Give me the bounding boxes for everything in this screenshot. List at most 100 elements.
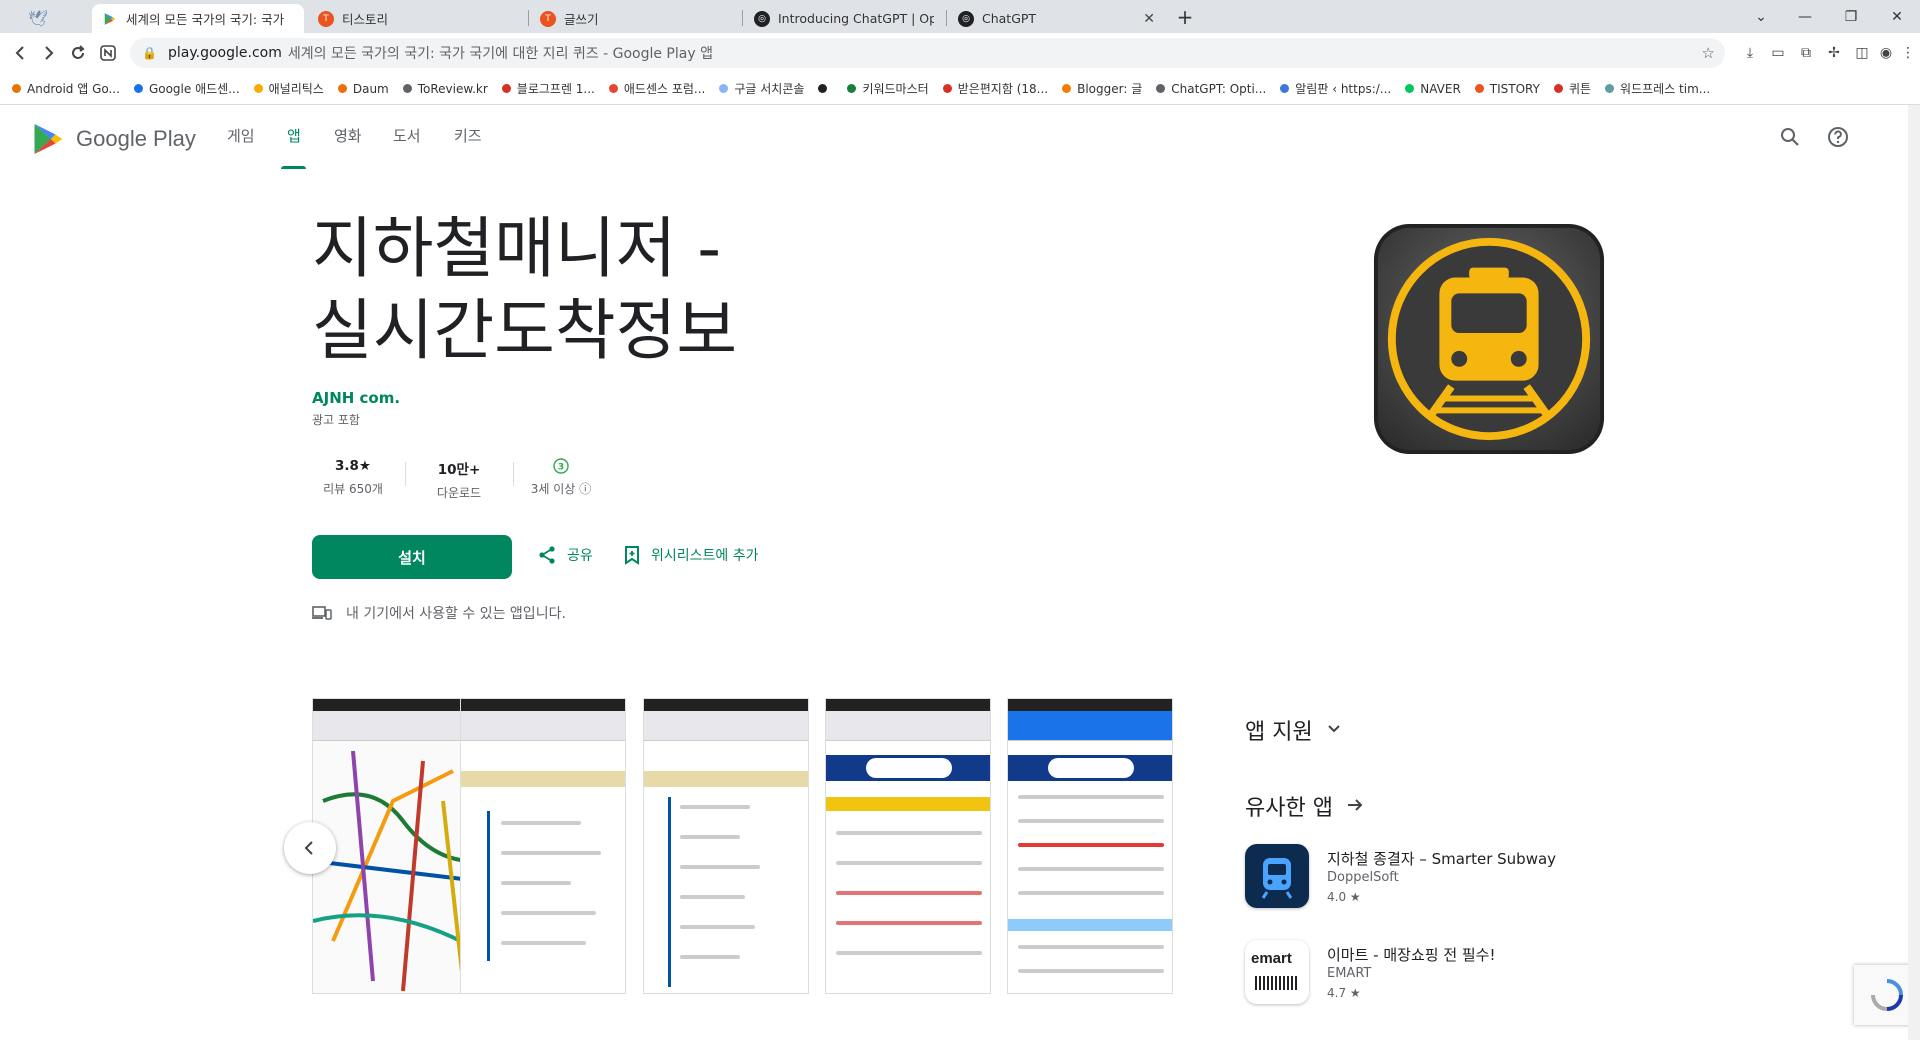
forward-icon bbox=[45, 46, 54, 60]
page-scrollbar[interactable] bbox=[1908, 105, 1920, 1040]
app-title-line: 실시간도착정보 bbox=[312, 292, 738, 369]
bookmark-item[interactable]: Android 앱 Go... bbox=[12, 80, 120, 97]
share-label: 공유 bbox=[567, 548, 593, 564]
menu-icon[interactable]: ⋮ bbox=[1898, 43, 1918, 63]
age-label: 3세 이상 ⓘ bbox=[524, 480, 598, 497]
bookmark-item[interactable]: Google 애드센... bbox=[133, 80, 240, 97]
screenshots-prev-button[interactable] bbox=[284, 822, 336, 874]
bookmark-label: 블로그프렌 1... bbox=[516, 82, 595, 96]
similar-app-item[interactable]: 지하철 종결자 – Smarter Subway DoppelSoft 4.0 … bbox=[1245, 844, 1745, 914]
bookmark-item[interactable]: Blogger: 글 bbox=[1062, 80, 1142, 97]
wishlist-button[interactable]: 위시리스트에 추가 bbox=[623, 545, 759, 565]
bookmark-item[interactable]: NAVER bbox=[1405, 82, 1461, 96]
bookmark-item[interactable] bbox=[818, 84, 833, 93]
nav-kids[interactable]: 키즈 bbox=[454, 125, 482, 146]
tab-google-play[interactable]: 세계의 모든 국가의 국기: 국가 bbox=[92, 4, 304, 33]
screenshot-5-timetable[interactable] bbox=[1007, 698, 1173, 994]
bookmark-item[interactable]: 워드프레스 tim... bbox=[1605, 80, 1710, 97]
age-rating-stat[interactable]: 3 3세 이상 ⓘ bbox=[524, 458, 598, 497]
close-window-button[interactable]: ✕ bbox=[1874, 0, 1920, 33]
install-button[interactable]: 설치 bbox=[312, 535, 512, 579]
bookmark-item[interactable]: 애널리틱스 bbox=[253, 80, 324, 97]
bookmark-label: 애드센스 포럼... bbox=[623, 82, 706, 96]
app-icon-subway-train bbox=[1373, 223, 1605, 455]
google-play-icon bbox=[102, 11, 118, 27]
tab-write[interactable]: T 글쓰기 bbox=[530, 4, 740, 33]
bookmark-item[interactable]: 퀴튼 bbox=[1553, 80, 1591, 97]
site-info-icon[interactable]: 🔒 bbox=[142, 46, 158, 60]
help-icon[interactable] bbox=[1826, 125, 1850, 149]
tab-divider bbox=[946, 10, 947, 26]
reload-button[interactable] bbox=[66, 41, 90, 65]
bookmark-item[interactable]: ToReview.kr bbox=[402, 82, 488, 96]
nav-movies[interactable]: 영화 bbox=[334, 125, 362, 146]
tab-chatgpt[interactable]: ◎ ChatGPT ✕ bbox=[948, 4, 1163, 33]
bookmark-label: Blogger: 글 bbox=[1077, 82, 1143, 96]
bookmark-favicon-icon bbox=[402, 84, 412, 93]
similar-apps-section[interactable]: 유사한 앱 bbox=[1245, 790, 1363, 822]
bookmark-favicon-icon bbox=[608, 84, 618, 93]
bookmark-label: 키워드마스터 bbox=[862, 82, 929, 96]
minimize-button[interactable]: — bbox=[1782, 0, 1828, 33]
restore-button[interactable]: ❐ bbox=[1828, 0, 1874, 33]
downloads-value: 10만+ bbox=[437, 462, 481, 478]
active-nav-indicator bbox=[281, 166, 306, 169]
bookmark-label: Google 애드센... bbox=[148, 82, 240, 96]
info-icon[interactable]: ⓘ bbox=[579, 482, 591, 496]
tab-introducing-chatgpt[interactable]: ◎ Introducing ChatGPT | OpenA bbox=[744, 4, 944, 33]
similar-app-item[interactable]: emart 이마트 - 매장쇼핑 전 필수! EMART 4.7 ★ bbox=[1245, 940, 1745, 1010]
bookmark-item[interactable]: 키워드마스터 bbox=[847, 80, 929, 97]
bookmark-item[interactable]: 받은편지함 (18... bbox=[942, 80, 1048, 97]
screenshot-3-arrivals[interactable] bbox=[643, 698, 809, 994]
bookmark-item[interactable]: TISTORY bbox=[1474, 81, 1540, 96]
google-play-icon bbox=[34, 124, 63, 154]
tab-tistory[interactable]: T 티스토리 bbox=[308, 4, 526, 33]
screenshot-1-subway-map[interactable] bbox=[312, 698, 478, 994]
bookmark-item[interactable]: 블로그프렌 1... bbox=[501, 80, 595, 97]
share-icon bbox=[539, 546, 555, 564]
screenshot-2-route[interactable] bbox=[460, 698, 626, 994]
forward-button[interactable] bbox=[37, 41, 61, 65]
bookmark-label: 구글 서치콘솔 bbox=[734, 82, 805, 96]
similar-app-rating: 4.7 ★ bbox=[1327, 986, 1361, 1000]
app-title: 지하철매니저 - 실시간도착정보 bbox=[312, 208, 832, 372]
bookmark-item[interactable]: 애드센스 포럼... bbox=[608, 80, 706, 97]
naver-extension-button[interactable] bbox=[96, 41, 120, 65]
bird-icon: 🕊 bbox=[28, 9, 49, 28]
barcode-icon bbox=[1255, 976, 1299, 990]
bookmark-favicon-icon bbox=[1156, 84, 1166, 93]
app-support-section[interactable]: 앱 지원 bbox=[1245, 714, 1341, 746]
bookmark-label: Daum bbox=[352, 81, 389, 96]
search-icon[interactable] bbox=[1778, 125, 1802, 149]
pinned-tab[interactable]: 🕊 bbox=[18, 4, 88, 33]
tab-search-button[interactable]: ⌄ bbox=[1738, 0, 1784, 33]
nav-books[interactable]: 도서 bbox=[393, 125, 421, 146]
download-icon[interactable]: ⤓ bbox=[1740, 43, 1760, 63]
bookmark-item[interactable]: ChatGPT: Opti... bbox=[1156, 82, 1266, 96]
google-play-logo[interactable]: Google Play bbox=[30, 121, 196, 157]
screenshot-4-station-info[interactable] bbox=[825, 698, 991, 994]
bookmark-item[interactable]: 구글 서치콘솔 bbox=[719, 80, 804, 97]
stat-divider bbox=[405, 462, 406, 486]
nav-apps[interactable]: 앱 bbox=[287, 125, 301, 146]
new-tab-button[interactable]: + bbox=[1162, 0, 1208, 33]
camera-icon[interactable]: ▭ bbox=[1768, 43, 1788, 63]
puzzle-icon[interactable]: ✢ bbox=[1824, 43, 1844, 63]
side-panel-icon[interactable]: ◫ bbox=[1852, 43, 1872, 63]
bookmark-item[interactable]: Daum bbox=[337, 81, 389, 96]
smarter-subway-app-icon bbox=[1245, 844, 1309, 908]
nav-games[interactable]: 게임 bbox=[227, 125, 255, 146]
back-icon bbox=[15, 46, 24, 60]
extension-icon[interactable]: ⧉ bbox=[1796, 43, 1816, 63]
back-button[interactable] bbox=[8, 41, 32, 65]
naver-icon bbox=[100, 45, 116, 61]
bookmark-item[interactable]: 알림판 ‹ https:/... bbox=[1280, 80, 1391, 97]
bookmark-label: TISTORY bbox=[1489, 81, 1540, 96]
rating-stat[interactable]: 3.8★ 리뷰 650개 bbox=[318, 458, 388, 497]
bookmark-star-icon[interactable]: ☆ bbox=[1702, 44, 1715, 62]
developer-link[interactable]: AJNH com. bbox=[312, 389, 400, 407]
address-bar[interactable]: 🔒 play.google.com 세계의 모든 국가의 국기: 국가 국기에 … bbox=[130, 38, 1725, 68]
profile-icon[interactable]: ◉ bbox=[1876, 43, 1896, 63]
share-button[interactable]: 공유 bbox=[537, 545, 593, 565]
close-tab-icon[interactable]: ✕ bbox=[1143, 11, 1155, 27]
